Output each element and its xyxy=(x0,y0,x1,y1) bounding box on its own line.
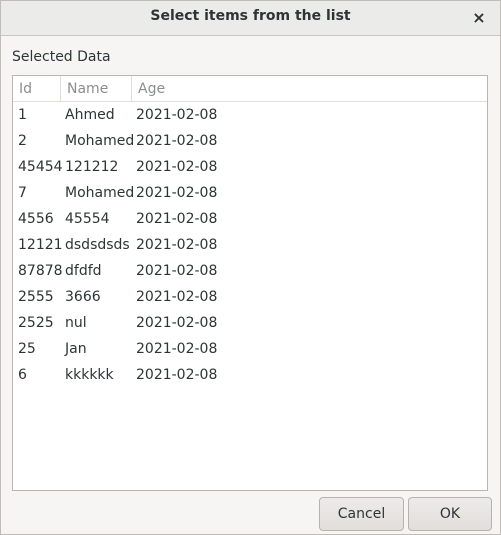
cell-age: 2021-02-08 xyxy=(136,367,218,383)
cell-id: 7 xyxy=(18,185,27,201)
select-items-dialog: Select items from the list × Selected Da… xyxy=(0,0,501,535)
close-icon[interactable]: × xyxy=(468,7,490,29)
cell-name: dfdfd xyxy=(65,263,102,279)
table-body: 1 Ahmed 2021-02-08 2 Mohamed 2021-02-08 45454 1… xyxy=(13,102,487,388)
table-row[interactable]: 7 Mohamed 2021-02-08 xyxy=(13,180,487,206)
table-row[interactable]: 2525 nul 2021-02-08 xyxy=(13,310,487,336)
ok-button[interactable]: OK xyxy=(408,497,492,531)
table-row[interactable]: 2555 3666 2021-02-08 xyxy=(13,284,487,310)
cell-id: 6 xyxy=(18,367,27,383)
cell-age: 2021-02-08 xyxy=(136,263,218,279)
dialog-title: Select items from the list xyxy=(150,8,351,24)
column-header-name[interactable]: Name xyxy=(61,76,132,102)
cell-id: 87878 xyxy=(18,263,63,279)
cell-name: 45554 xyxy=(65,211,110,227)
cell-id: 45454 xyxy=(18,159,63,175)
cell-id: 2555 xyxy=(18,289,54,305)
table-row[interactable]: 1 Ahmed 2021-02-08 xyxy=(13,102,487,128)
cell-name: Ahmed xyxy=(65,107,115,123)
title-bar: Select items from the list × xyxy=(1,1,500,36)
column-header-id[interactable]: Id xyxy=(13,76,61,102)
table-row[interactable]: 4556 45554 2021-02-08 xyxy=(13,206,487,232)
cell-id: 4556 xyxy=(18,211,54,227)
cell-name: dsdsdsds xyxy=(65,237,130,253)
cell-id: 25 xyxy=(18,341,36,357)
cell-name: Mohamed xyxy=(65,133,135,149)
cell-name: nul xyxy=(65,315,87,331)
cell-age: 2021-02-08 xyxy=(136,107,218,123)
data-table[interactable]: Id Name Age 1 Ahmed 2021-02-08 2 Mohamed 2021… xyxy=(12,75,488,491)
table-row[interactable]: 87878 dfdfd 2021-02-08 xyxy=(13,258,487,284)
table-header: Id Name Age xyxy=(13,76,487,102)
cell-name: kkkkkk xyxy=(65,367,114,383)
section-label: Selected Data xyxy=(12,49,111,65)
table-row[interactable]: 25 Jan 2021-02-08 xyxy=(13,336,487,362)
cell-name: Mohamed xyxy=(65,185,135,201)
cancel-button[interactable]: Cancel xyxy=(319,497,404,531)
table-row[interactable]: 6 kkkkkk 2021-02-08 xyxy=(13,362,487,388)
cell-age: 2021-02-08 xyxy=(136,133,218,149)
column-header-age[interactable]: Age xyxy=(132,76,487,102)
cell-name: 3666 xyxy=(65,289,101,305)
cell-name: 121212 xyxy=(65,159,119,175)
cell-age: 2021-02-08 xyxy=(136,211,218,227)
cell-age: 2021-02-08 xyxy=(136,289,218,305)
cell-age: 2021-02-08 xyxy=(136,159,218,175)
cell-id: 12121 xyxy=(18,237,63,253)
cell-id: 2525 xyxy=(18,315,54,331)
cell-age: 2021-02-08 xyxy=(136,341,218,357)
cell-name: Jan xyxy=(65,341,87,357)
cell-id: 2 xyxy=(18,133,27,149)
table-row[interactable]: 2 Mohamed 2021-02-08 xyxy=(13,128,487,154)
table-row[interactable]: 12121 dsdsdsds 2021-02-08 xyxy=(13,232,487,258)
cell-age: 2021-02-08 xyxy=(136,185,218,201)
cell-age: 2021-02-08 xyxy=(136,315,218,331)
cell-age: 2021-02-08 xyxy=(136,237,218,253)
cell-id: 1 xyxy=(18,107,27,123)
table-row[interactable]: 45454 121212 2021-02-08 xyxy=(13,154,487,180)
